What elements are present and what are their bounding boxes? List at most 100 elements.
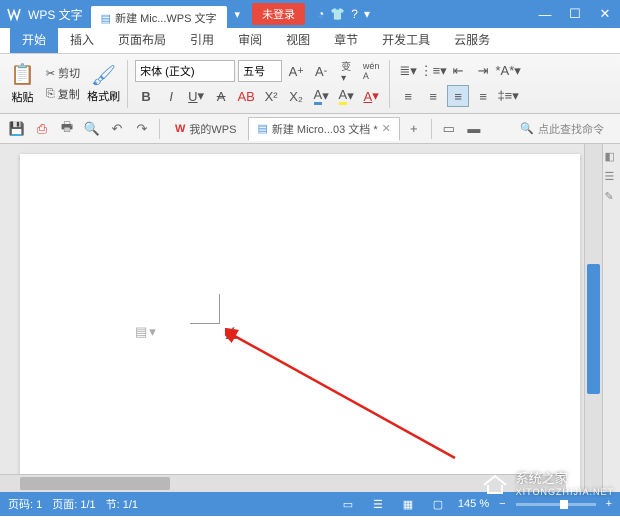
document-viewport[interactable]: ∠ ▤▾ xyxy=(0,144,584,492)
close-button[interactable]: ✕ xyxy=(590,0,620,28)
subscript-button[interactable]: X₂ xyxy=(285,85,307,107)
zoom-in-button[interactable]: + xyxy=(606,498,612,510)
paste-label: 粘贴 xyxy=(11,89,33,105)
doc-icon: ▤ xyxy=(101,12,111,25)
new-tab-button[interactable]: + xyxy=(403,118,425,140)
tab-references[interactable]: 引用 xyxy=(178,26,226,53)
paste-options-button[interactable]: ▤▾ xyxy=(135,324,156,340)
doc-icon: ▤ xyxy=(257,122,267,135)
tab-review[interactable]: 审阅 xyxy=(226,26,274,53)
underline-button[interactable]: U▾ xyxy=(185,85,207,107)
format-painter-button[interactable]: 🖌 格式刷 xyxy=(87,63,120,104)
zoom-slider[interactable] xyxy=(516,503,596,506)
paste-icon: 📋 xyxy=(10,62,35,87)
maximize-button[interactable]: ☐ xyxy=(560,0,590,28)
bullets-button[interactable]: ≣▾ xyxy=(397,60,419,82)
tab-section[interactable]: 章节 xyxy=(322,26,370,53)
change-case-button[interactable]: 变▾ xyxy=(335,60,357,82)
shrink-font-button[interactable]: A- xyxy=(310,60,332,82)
side-panel: ◧ ☰ ✎ xyxy=(602,144,620,492)
ribbon-tabs: 开始 插入 页面布局 引用 审阅 视图 章节 开发工具 云服务 xyxy=(0,28,620,54)
document-page[interactable]: ∠ ▤▾ xyxy=(20,154,580,492)
close-tab-icon[interactable]: ✕ xyxy=(382,122,391,135)
font-name-select[interactable] xyxy=(135,60,235,82)
zoom-out-button[interactable]: − xyxy=(499,498,505,510)
view-outline-button[interactable]: ☰ xyxy=(368,495,388,513)
tab-cloud[interactable]: 云服务 xyxy=(442,26,502,53)
wps-home-tab[interactable]: W 我的WPS xyxy=(166,117,245,141)
v-scroll-thumb[interactable] xyxy=(587,264,600,394)
menu-dropdown-icon[interactable]: ▾ xyxy=(364,7,370,21)
font-size-select[interactable] xyxy=(238,60,282,82)
quick-access-bar: 💾 ⎙ 🖶 🔍 ↶ ↷ W 我的WPS ▤ 新建 Micro...03 文档 *… xyxy=(0,114,620,144)
copy-button[interactable]: ⎘复制 xyxy=(43,85,83,103)
help-icon[interactable]: ? xyxy=(351,7,358,21)
tab-view[interactable]: 视图 xyxy=(274,26,322,53)
app-logo-icon xyxy=(0,6,28,22)
command-search[interactable]: 🔍 点此查找命令 xyxy=(520,121,614,137)
minimize-button[interactable]: — xyxy=(530,0,560,28)
tab-insert[interactable]: 插入 xyxy=(58,26,106,53)
app-name: WPS 文字 xyxy=(28,6,91,23)
char-shading-button[interactable]: *A*▾ xyxy=(497,60,519,82)
skin-icon[interactable]: ◔ xyxy=(317,7,324,21)
numbering-button[interactable]: ⋮≡▾ xyxy=(422,60,444,82)
wps-logo-icon: W xyxy=(175,123,185,135)
vertical-scrollbar[interactable] xyxy=(584,144,602,492)
align-justify-button[interactable]: ≡ xyxy=(472,85,494,107)
highlight-color-button[interactable]: A▾ xyxy=(335,85,357,107)
undo-button[interactable]: ↶ xyxy=(106,118,128,140)
status-page-number[interactable]: 页码: 1 xyxy=(8,496,42,512)
title-bar: WPS 文字 ▤ 新建 Mic...WPS 文字 ▾ 未登录 ◔ 👕 ? ▾ —… xyxy=(0,0,620,28)
sidepanel-collapse-icon[interactable]: ◧ xyxy=(605,150,619,164)
nav-pane-button[interactable]: ▭ xyxy=(438,118,460,140)
redo-button[interactable]: ↷ xyxy=(131,118,153,140)
search-icon: 🔍 xyxy=(520,122,534,135)
h-scroll-thumb[interactable] xyxy=(20,477,170,490)
grow-font-button[interactable]: A+ xyxy=(285,60,307,82)
italic-button[interactable]: I xyxy=(160,85,182,107)
status-section[interactable]: 节: 1/1 xyxy=(106,496,138,512)
print-preview-button[interactable]: 🔍 xyxy=(81,118,103,140)
save-button[interactable]: 💾 xyxy=(6,118,28,140)
margin-corner-mark xyxy=(190,294,220,324)
superscript-button[interactable]: X² xyxy=(260,85,282,107)
scissors-icon: ✂ xyxy=(46,67,55,80)
save-as-pdf-button[interactable]: ⎙ xyxy=(31,118,53,140)
tab-layout[interactable]: 页面布局 xyxy=(106,26,178,53)
strikethrough-button[interactable]: A xyxy=(210,85,232,107)
view-reading-button[interactable]: ▢ xyxy=(428,495,448,513)
paste-button[interactable]: 📋 粘贴 xyxy=(6,60,39,107)
phonetic-button[interactable]: wénA xyxy=(360,60,382,82)
status-bar: 页码: 1 页面: 1/1 节: 1/1 ▭ ☰ ▦ ▢ 145 % − + xyxy=(0,492,620,516)
title-doc-tab[interactable]: ▤ 新建 Mic...WPS 文字 xyxy=(91,6,227,28)
outdent-button[interactable]: ⇤ xyxy=(447,60,469,82)
brush-icon: 🖌 xyxy=(91,63,116,88)
sidepanel-style-icon[interactable]: ✎ xyxy=(605,190,619,204)
print-button[interactable]: 🖶 xyxy=(56,118,78,140)
shirt-icon[interactable]: 👕 xyxy=(330,7,345,21)
active-doc-tab[interactable]: ▤ 新建 Micro...03 文档 * ✕ xyxy=(248,117,399,141)
bold-button[interactable]: B xyxy=(135,85,157,107)
zoom-value[interactable]: 145 % xyxy=(458,498,489,510)
clear-format-button[interactable]: A▾ xyxy=(360,85,382,107)
line-spacing-button[interactable]: ‡≡▾ xyxy=(497,85,519,107)
align-left-button[interactable]: ≡ xyxy=(397,85,419,107)
indent-button[interactable]: ⇥ xyxy=(472,60,494,82)
select-pane-button[interactable]: ▬ xyxy=(463,118,485,140)
title-doc-label: 新建 Mic...WPS 文字 xyxy=(115,10,216,26)
status-page-of[interactable]: 页面: 1/1 xyxy=(52,496,95,512)
view-web-button[interactable]: ▦ xyxy=(398,495,418,513)
align-center-button[interactable]: ≡ xyxy=(422,85,444,107)
sidepanel-nav-icon[interactable]: ☰ xyxy=(605,170,619,184)
tab-devtools[interactable]: 开发工具 xyxy=(370,26,442,53)
font-color-button[interactable]: A▾ xyxy=(310,85,332,107)
horizontal-scrollbar[interactable] xyxy=(0,474,566,492)
cut-button[interactable]: ✂剪切 xyxy=(43,64,83,82)
text-highlight-button[interactable]: AB xyxy=(235,85,257,107)
login-button[interactable]: 未登录 xyxy=(252,3,305,25)
tab-home[interactable]: 开始 xyxy=(10,26,58,53)
doc-switcher-button[interactable]: ▾ xyxy=(227,8,249,21)
view-print-layout-button[interactable]: ▭ xyxy=(338,495,358,513)
align-right-button[interactable]: ≡ xyxy=(447,85,469,107)
